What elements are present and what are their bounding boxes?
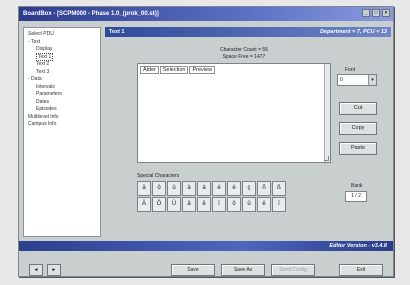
main-window: BoardBox - [SCPM000 - Phase 1.0_(prok_00…	[18, 6, 394, 277]
previous-button[interactable]: ◄	[29, 264, 43, 276]
copy-button[interactable]: Copy	[339, 122, 377, 135]
panel-title: Text 1	[109, 29, 125, 35]
special-char-button[interactable]: à	[182, 181, 196, 196]
special-char-button[interactable]: ñ	[257, 181, 271, 196]
special-char-button[interactable]: ç	[242, 181, 256, 196]
tree-item-episodes[interactable]: Episodes	[26, 106, 98, 114]
title-bar: BoardBox - [SCPM000 - Phase 1.0_(prok_00…	[19, 7, 393, 21]
resize-grip-icon[interactable]	[324, 156, 329, 161]
save-button[interactable]: Save	[171, 264, 215, 276]
special-char-button[interactable]: á	[197, 181, 211, 196]
minimize-button[interactable]: _	[362, 9, 370, 17]
special-char-button[interactable]: Ä	[137, 197, 151, 212]
bank-field[interactable]: 1 / 2	[345, 191, 367, 202]
bank-label: Bank	[351, 183, 363, 189]
editor-tabs: Alder Selection Preview	[140, 66, 216, 74]
paste-button[interactable]: Paste	[339, 142, 377, 155]
tab-alder[interactable]: Alder	[140, 66, 159, 74]
exit-button[interactable]: Exit	[339, 264, 383, 276]
tree-item-text-3[interactable]: Text 3	[26, 69, 98, 77]
font-label: Font	[345, 67, 356, 73]
save-as-button[interactable]: Save As	[221, 264, 265, 276]
status-bar: Editor Version - v3.4.8	[19, 241, 393, 251]
window-title: BoardBox - [SCPM000 - Phase 1.0_(prok_00…	[23, 11, 159, 17]
character-count-text: Character Count = 55	[220, 47, 268, 53]
special-char-button[interactable]: û	[242, 197, 256, 212]
editor-version: Editor Version - v3.4.8	[329, 243, 387, 249]
next-button[interactable]: ►	[47, 264, 61, 276]
special-char-button[interactable]: ä	[137, 181, 151, 196]
panel-header: Text 1 Department = 7, PCU = 13	[105, 27, 391, 37]
tree-item-text-1[interactable]: Text 1	[26, 52, 98, 62]
special-char-button[interactable]: è	[227, 181, 241, 196]
special-char-button[interactable]: â	[182, 197, 196, 212]
space-free-text: Space Free = 1477	[222, 54, 266, 60]
navigation-tree[interactable]: Select PDU - Text Display Text 1 Text 2 …	[23, 27, 101, 237]
cut-button[interactable]: Cut	[339, 102, 377, 115]
special-char-button[interactable]: ë	[257, 197, 271, 212]
tree-item-parameters[interactable]: Parameters	[26, 91, 98, 99]
tree-item-select-pdu[interactable]: Select PDU	[26, 31, 98, 39]
panel-context: Department = 7, PCU = 13	[320, 29, 387, 35]
special-char-button[interactable]: ï	[272, 197, 286, 212]
editor-scrollbar[interactable]	[324, 64, 330, 162]
window-controls: _ □ ×	[362, 9, 390, 17]
send-config-button[interactable]: Send Config	[271, 264, 315, 276]
special-char-button[interactable]: ü	[167, 181, 181, 196]
tab-preview[interactable]: Preview	[189, 66, 216, 74]
special-characters-label: Special Characters	[137, 173, 180, 179]
character-count: Character Count = 55 Space Free = 1477	[179, 47, 309, 61]
tree-item-text[interactable]: - Text	[26, 39, 98, 47]
tree-item-multilevel-info[interactable]: Multilevel Info	[26, 114, 98, 122]
tree-item-intervals[interactable]: Intervals	[26, 84, 98, 92]
special-char-button[interactable]: ê	[197, 197, 211, 212]
special-char-button[interactable]: ô	[227, 197, 241, 212]
tree-item-data[interactable]: - Data	[26, 76, 98, 84]
special-characters-grid: ä ö ü à á é è ç ñ ß Ä Ö Ü â ê î ô û ë ï	[137, 181, 286, 212]
special-char-button[interactable]: Ü	[167, 197, 181, 212]
text-editor[interactable]: Alder Selection Preview	[137, 63, 331, 163]
tree-item-dates[interactable]: Dates	[26, 99, 98, 107]
special-char-button[interactable]: ß	[272, 181, 286, 196]
special-char-button[interactable]: ö	[152, 181, 166, 196]
close-button[interactable]: ×	[382, 9, 390, 17]
special-char-button[interactable]: î	[212, 197, 226, 212]
tree-item-text-2[interactable]: Text 2	[26, 61, 98, 69]
tab-selection[interactable]: Selection	[159, 66, 189, 74]
font-select-value: 0	[340, 77, 343, 83]
special-char-button[interactable]: é	[212, 181, 226, 196]
font-select[interactable]: 0 ▾	[337, 74, 377, 86]
tree-item-campus-info[interactable]: Campus Info	[26, 121, 98, 129]
chevron-down-icon[interactable]: ▾	[368, 75, 376, 85]
maximize-button[interactable]: □	[372, 9, 380, 17]
special-char-button[interactable]: Ö	[152, 197, 166, 212]
